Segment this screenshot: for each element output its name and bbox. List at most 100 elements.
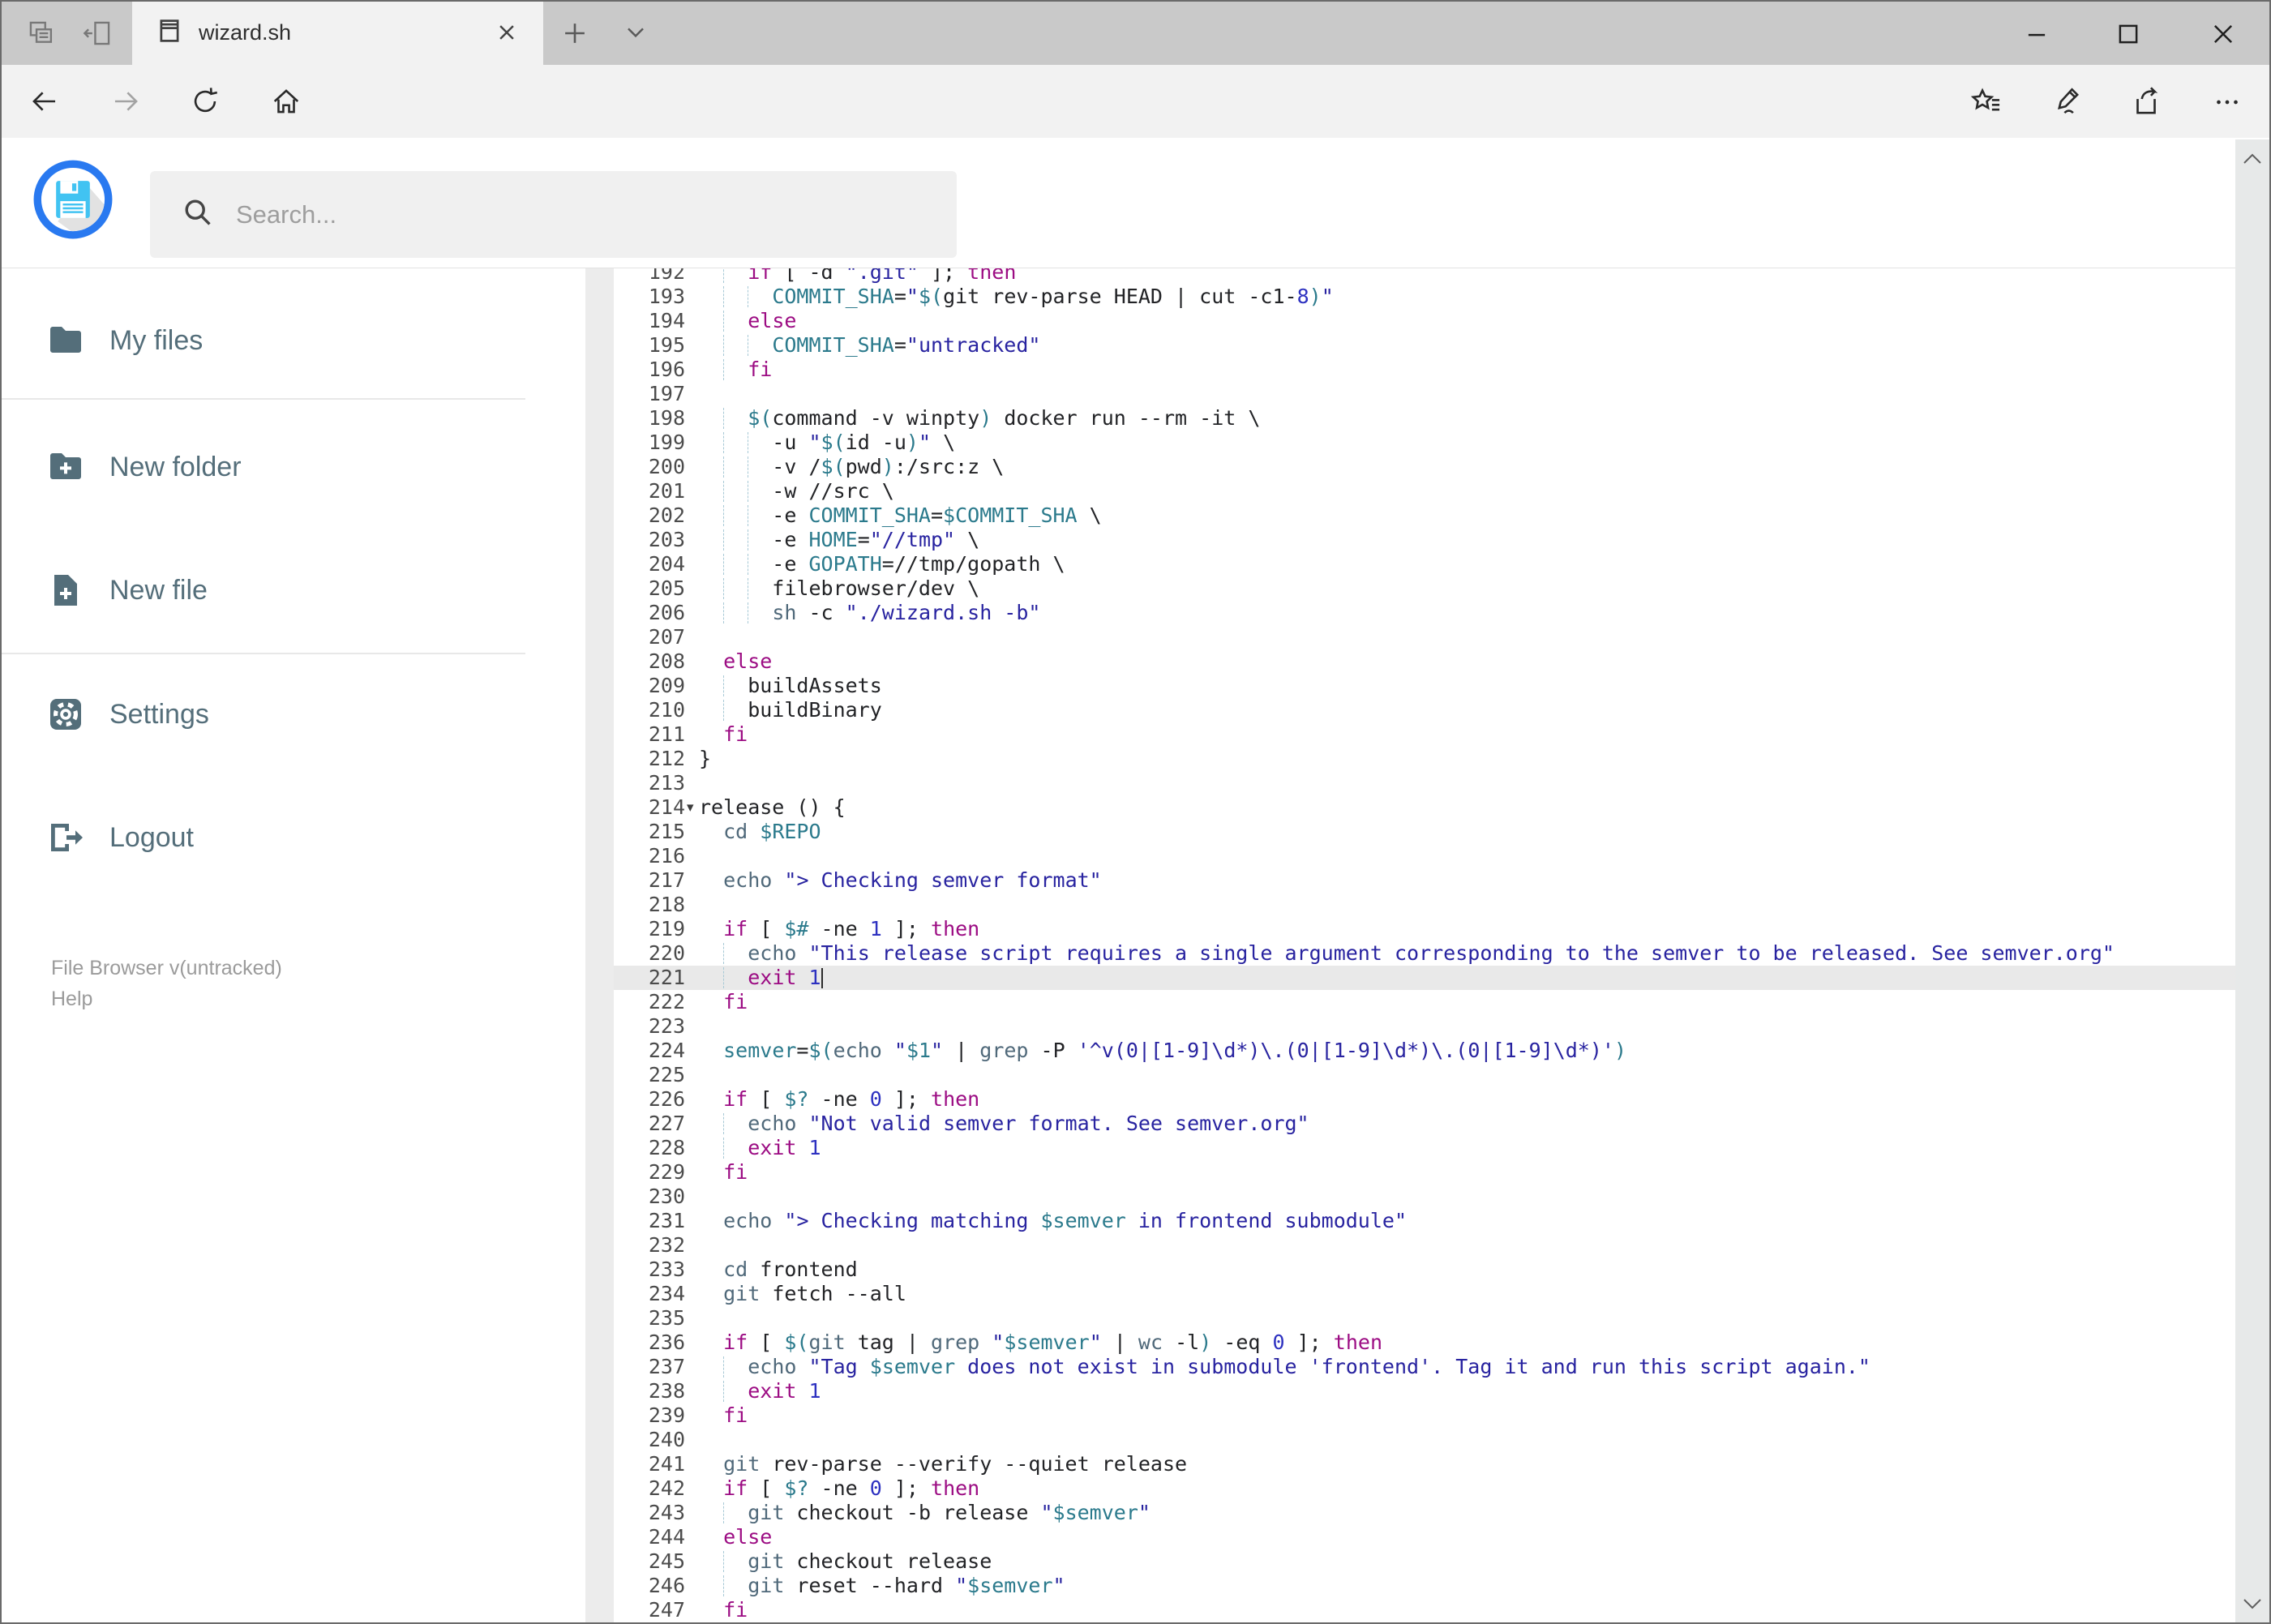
- app-version: File Browser v(untracked): [51, 957, 282, 979]
- code-line[interactable]: 238 exit 1: [614, 1379, 2235, 1403]
- sidebar-item-new-file[interactable]: New file: [0, 564, 568, 616]
- close-window-icon[interactable]: [2209, 19, 2238, 53]
- forward-icon[interactable]: [110, 86, 141, 121]
- page-icon: [155, 16, 184, 49]
- code-line[interactable]: 199 -u "$(id -u)" \: [614, 431, 2235, 455]
- code-line[interactable]: 217 echo "> Checking semver format": [614, 868, 2235, 893]
- code-line[interactable]: 210 buildBinary: [614, 698, 2235, 722]
- code-line[interactable]: 235: [614, 1306, 2235, 1330]
- close-tab-icon[interactable]: [492, 18, 521, 51]
- fold-marker-icon[interactable]: ▾: [687, 795, 694, 820]
- code-line[interactable]: 243 git checkout -b release "$semver": [614, 1501, 2235, 1525]
- code-line[interactable]: 198 $(command -v winpty) docker run --rm…: [614, 406, 2235, 431]
- code-line[interactable]: 228 exit 1: [614, 1136, 2235, 1160]
- maximize-icon[interactable]: [2114, 19, 2143, 53]
- line-number: 238: [648, 1379, 685, 1403]
- line-number: 205: [648, 576, 685, 600]
- code-line[interactable]: 204 -e GOPATH=//tmp/gopath \: [614, 552, 2235, 576]
- code-line[interactable]: 211 fi: [614, 722, 2235, 747]
- code-line[interactable]: 224 semver=$(echo "$1" | grep -P '^v(0|[…: [614, 1039, 2235, 1063]
- code-line[interactable]: 212}: [614, 747, 2235, 771]
- code-line[interactable]: 244 else: [614, 1525, 2235, 1549]
- code-editor[interactable]: 192 if [ -d ".git" ]; then 193 COMMIT_SHA…: [614, 268, 2235, 1624]
- web-notes-icon[interactable]: [2050, 85, 2084, 123]
- code-line[interactable]: 214 ▾ release () {: [614, 795, 2235, 820]
- code-line[interactable]: 246 git reset --hard "$semver": [614, 1574, 2235, 1598]
- sidebar-editor-gap: [585, 268, 614, 1624]
- code-line[interactable]: 227 echo "Not valid semver format. See s…: [614, 1112, 2235, 1136]
- code-line[interactable]: 215 cd $REPO: [614, 820, 2235, 844]
- code-line[interactable]: 222 fi: [614, 990, 2235, 1014]
- vertical-scrollbar[interactable]: [2235, 139, 2269, 1622]
- code-text: git checkout -b release "$semver": [748, 1501, 1150, 1524]
- minimize-icon[interactable]: [2022, 19, 2051, 53]
- code-line[interactable]: 230: [614, 1185, 2235, 1209]
- refresh-icon[interactable]: [190, 86, 221, 121]
- code-line[interactable]: 202 -e COMMIT_SHA=$COMMIT_SHA \: [614, 503, 2235, 528]
- set-tabs-aside-icon[interactable]: [83, 18, 114, 53]
- line-number: 239: [648, 1403, 685, 1427]
- scroll-up-icon[interactable]: [2241, 151, 2264, 171]
- code-line[interactable]: 226 if [ $? -ne 0 ]; then: [614, 1087, 2235, 1112]
- code-line[interactable]: 236 if [ $(git tag | grep "$semver" | wc…: [614, 1330, 2235, 1355]
- sidebar-item-new-folder[interactable]: New folder: [0, 441, 568, 493]
- code-line[interactable]: 225: [614, 1063, 2235, 1087]
- code-line[interactable]: 208 else: [614, 649, 2235, 674]
- search-input[interactable]: [234, 199, 886, 230]
- search-box[interactable]: [150, 171, 957, 258]
- code-line[interactable]: 195 COMMIT_SHA="untracked": [614, 333, 2235, 358]
- sidebar-item-my-files[interactable]: My files: [0, 315, 568, 366]
- scroll-down-icon[interactable]: [2241, 1596, 2264, 1616]
- code-line[interactable]: 218: [614, 893, 2235, 917]
- code-line[interactable]: 234 git fetch --all: [614, 1282, 2235, 1306]
- tabs-dropdown-icon[interactable]: [621, 23, 650, 48]
- code-line[interactable]: 197: [614, 382, 2235, 406]
- code-text: buildAssets: [699, 674, 882, 697]
- code-line[interactable]: 205 filebrowser/dev \: [614, 576, 2235, 601]
- code-line[interactable]: 194 else: [614, 309, 2235, 333]
- help-link[interactable]: Help: [51, 985, 92, 1013]
- code-line[interactable]: 207: [614, 625, 2235, 649]
- back-icon[interactable]: [29, 86, 60, 121]
- code-line[interactable]: 221 exit 1: [614, 966, 2235, 990]
- code-line[interactable]: 237 echo "Tag $semver does not exist in …: [614, 1355, 2235, 1379]
- code-text: cd $REPO: [723, 820, 821, 843]
- code-line[interactable]: 196 fi: [614, 358, 2235, 382]
- code-line[interactable]: 229 fi: [614, 1160, 2235, 1185]
- code-line[interactable]: 245 git checkout release: [614, 1549, 2235, 1574]
- sidebar-item-logout[interactable]: Logout: [0, 812, 568, 863]
- share-icon[interactable]: [2129, 85, 2163, 123]
- home-icon[interactable]: [271, 86, 302, 121]
- new-tab-icon[interactable]: [559, 18, 590, 53]
- code-line[interactable]: 239 fi: [614, 1403, 2235, 1428]
- code-line[interactable]: 233 cd frontend: [614, 1258, 2235, 1282]
- code-line[interactable]: 193 COMMIT_SHA="$(git rev-parse HEAD | c…: [614, 285, 2235, 309]
- code-line[interactable]: 203 -e HOME="//tmp" \: [614, 528, 2235, 552]
- code-line[interactable]: 200 -v /$(pwd):/src:z \: [614, 455, 2235, 479]
- code-line[interactable]: 201 -w //src \: [614, 479, 2235, 503]
- code-line[interactable]: 247 fi: [614, 1598, 2235, 1622]
- hub-icon[interactable]: [1969, 85, 2003, 123]
- code-line[interactable]: 213: [614, 771, 2235, 795]
- code-line[interactable]: 231 echo "> Checking matching $semver in…: [614, 1209, 2235, 1233]
- code-line[interactable]: 223: [614, 1014, 2235, 1039]
- code-line[interactable]: 206 sh -c "./wizard.sh -b": [614, 601, 2235, 625]
- code-line[interactable]: 241 git rev-parse --verify --quiet relea…: [614, 1452, 2235, 1476]
- code-line[interactable]: 242 if [ $? -ne 0 ]; then: [614, 1476, 2235, 1501]
- line-number: 217: [648, 868, 685, 892]
- sidebar-item-settings[interactable]: Settings: [0, 688, 568, 740]
- code-line[interactable]: 219 if [ $# -ne 1 ]; then: [614, 917, 2235, 941]
- tab-preview-icon[interactable]: [26, 18, 57, 53]
- filebrowser-logo[interactable]: [32, 159, 114, 244]
- browser-tab[interactable]: wizard.sh: [132, 0, 543, 65]
- code-line[interactable]: 232: [614, 1233, 2235, 1258]
- code-line[interactable]: 192 if [ -d ".git" ]; then: [614, 268, 2235, 285]
- line-number: 196: [648, 358, 685, 381]
- code-line[interactable]: 220 echo "This release script requires a…: [614, 941, 2235, 966]
- code-line[interactable]: 209 buildAssets: [614, 674, 2235, 698]
- code-line[interactable]: 216: [614, 844, 2235, 868]
- code-line[interactable]: 240: [614, 1428, 2235, 1452]
- line-number: 212: [648, 747, 685, 770]
- more-icon[interactable]: [2210, 85, 2244, 123]
- folder-icon: [50, 327, 81, 353]
